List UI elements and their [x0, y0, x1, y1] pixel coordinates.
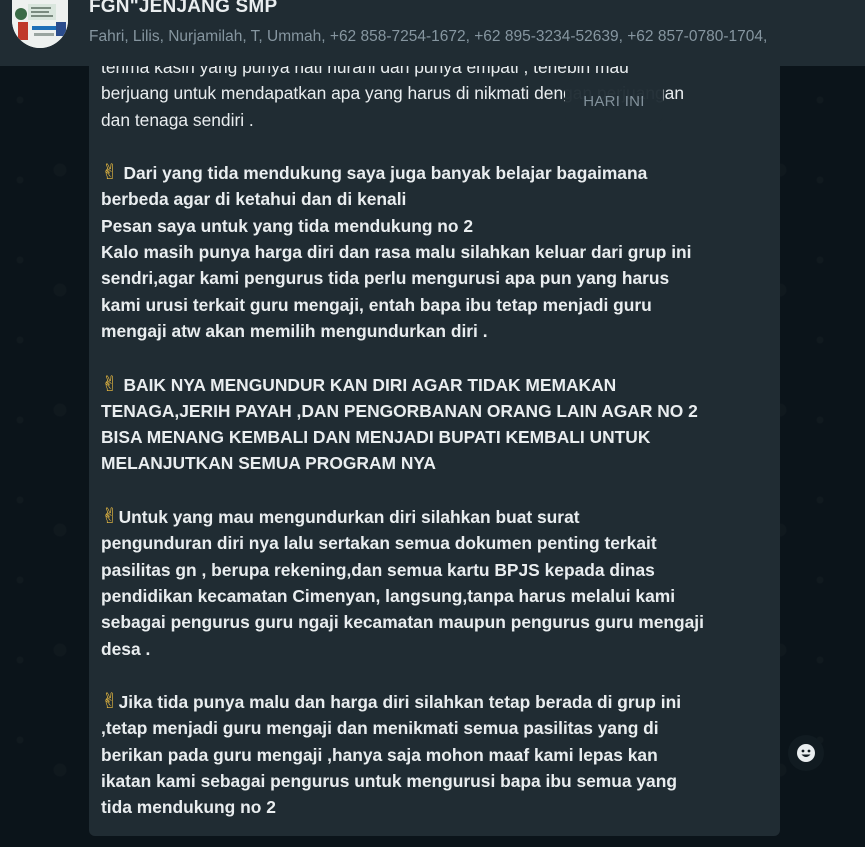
- message-line: berbeda agar di ketahui dan di kenali: [101, 189, 407, 210]
- message-line: pengunduran diri nya lalu sertakan semua…: [101, 533, 657, 554]
- message-line: sebagai pengurus guru ngaji kecamatan ma…: [101, 612, 704, 633]
- message-paragraph-3: ✌ BAIK NYA MENGUNDUR KAN DIRI AGAR TIDAK…: [101, 371, 781, 477]
- message-line: ✌ BAIK NYA MENGUNDUR KAN DIRI AGAR TIDAK…: [101, 371, 617, 396]
- message-line: TENAGA,JERIH PAYAH ,DAN PENGORBANAN ORAN…: [101, 400, 698, 421]
- chat-header[interactable]: FGN"JENJANG SMP Fahri, Lilis, Nurjamilah…: [0, 0, 865, 66]
- group-title[interactable]: FGN"JENJANG SMP: [89, 0, 277, 18]
- smiley-icon: [797, 744, 815, 762]
- message-line: dan tenaga sendiri .: [101, 109, 254, 130]
- message-line: MELANJUTKAN SEMUA PROGRAM NYA: [101, 453, 436, 474]
- message-line: ✌ Dari yang tida mendukung saya juga ban…: [101, 160, 648, 185]
- message-line: desa .: [101, 638, 151, 659]
- group-avatar-icon[interactable]: [12, 0, 68, 48]
- message-line: berjuang untuk mendapatkan apa yang haru…: [101, 83, 685, 104]
- message-line: pasilitas gn , berupa rekening,dan semua…: [101, 559, 655, 580]
- message-paragraph-2: ✌ Dari yang tida mendukung saya juga ban…: [101, 159, 781, 344]
- emoji-reaction-button[interactable]: [788, 735, 824, 771]
- message-line: ,tetap menjadi guru mengaji dan menikmat…: [101, 718, 659, 739]
- message-line: ✌Untuk yang mau mengundurkan diri silahk…: [101, 504, 580, 529]
- message-line: berikan pada guru mengaji ,hanya saja mo…: [101, 744, 658, 765]
- message-line: pendidikan kecamatan Cimenyan, langsung,…: [101, 585, 676, 606]
- message-line: sendri,agar kami pengurus tida perlu men…: [101, 268, 670, 289]
- date-chip: HARI INI: [565, 80, 663, 123]
- message-text: terima kasih yang punya hati nurani dan …: [101, 54, 781, 847]
- victory-hand-icon: ✌: [101, 504, 119, 529]
- message-line: Pesan saya untuk yang tida mendukung no …: [101, 215, 474, 236]
- message-line: mengaji atw akan memilih mengundurkan di…: [101, 320, 488, 341]
- message-line: BISA MENANG KEMBALI DAN MENJADI BUPATI K…: [101, 427, 651, 448]
- message-line: ✌Jika tida punya malu dan harga diri sil…: [101, 689, 682, 714]
- message-line: kami urusi terkait guru mengaji, entah b…: [101, 294, 652, 315]
- victory-hand-icon: ✌: [101, 160, 119, 185]
- victory-hand-icon: ✌: [101, 371, 119, 396]
- message-line: ikatan kami sebagai pengurus untuk mengu…: [101, 771, 677, 792]
- group-members[interactable]: Fahri, Lilis, Nurjamilah, T, Ummah, +62 …: [89, 28, 865, 46]
- message-paragraph-4: ✌Untuk yang mau mengundurkan diri silahk…: [101, 503, 781, 662]
- message-line: Kalo masih punya harga diri dan rasa mal…: [101, 242, 692, 263]
- message-line: tida mendukung no 2: [101, 797, 276, 818]
- victory-hand-icon: ✌: [101, 689, 119, 714]
